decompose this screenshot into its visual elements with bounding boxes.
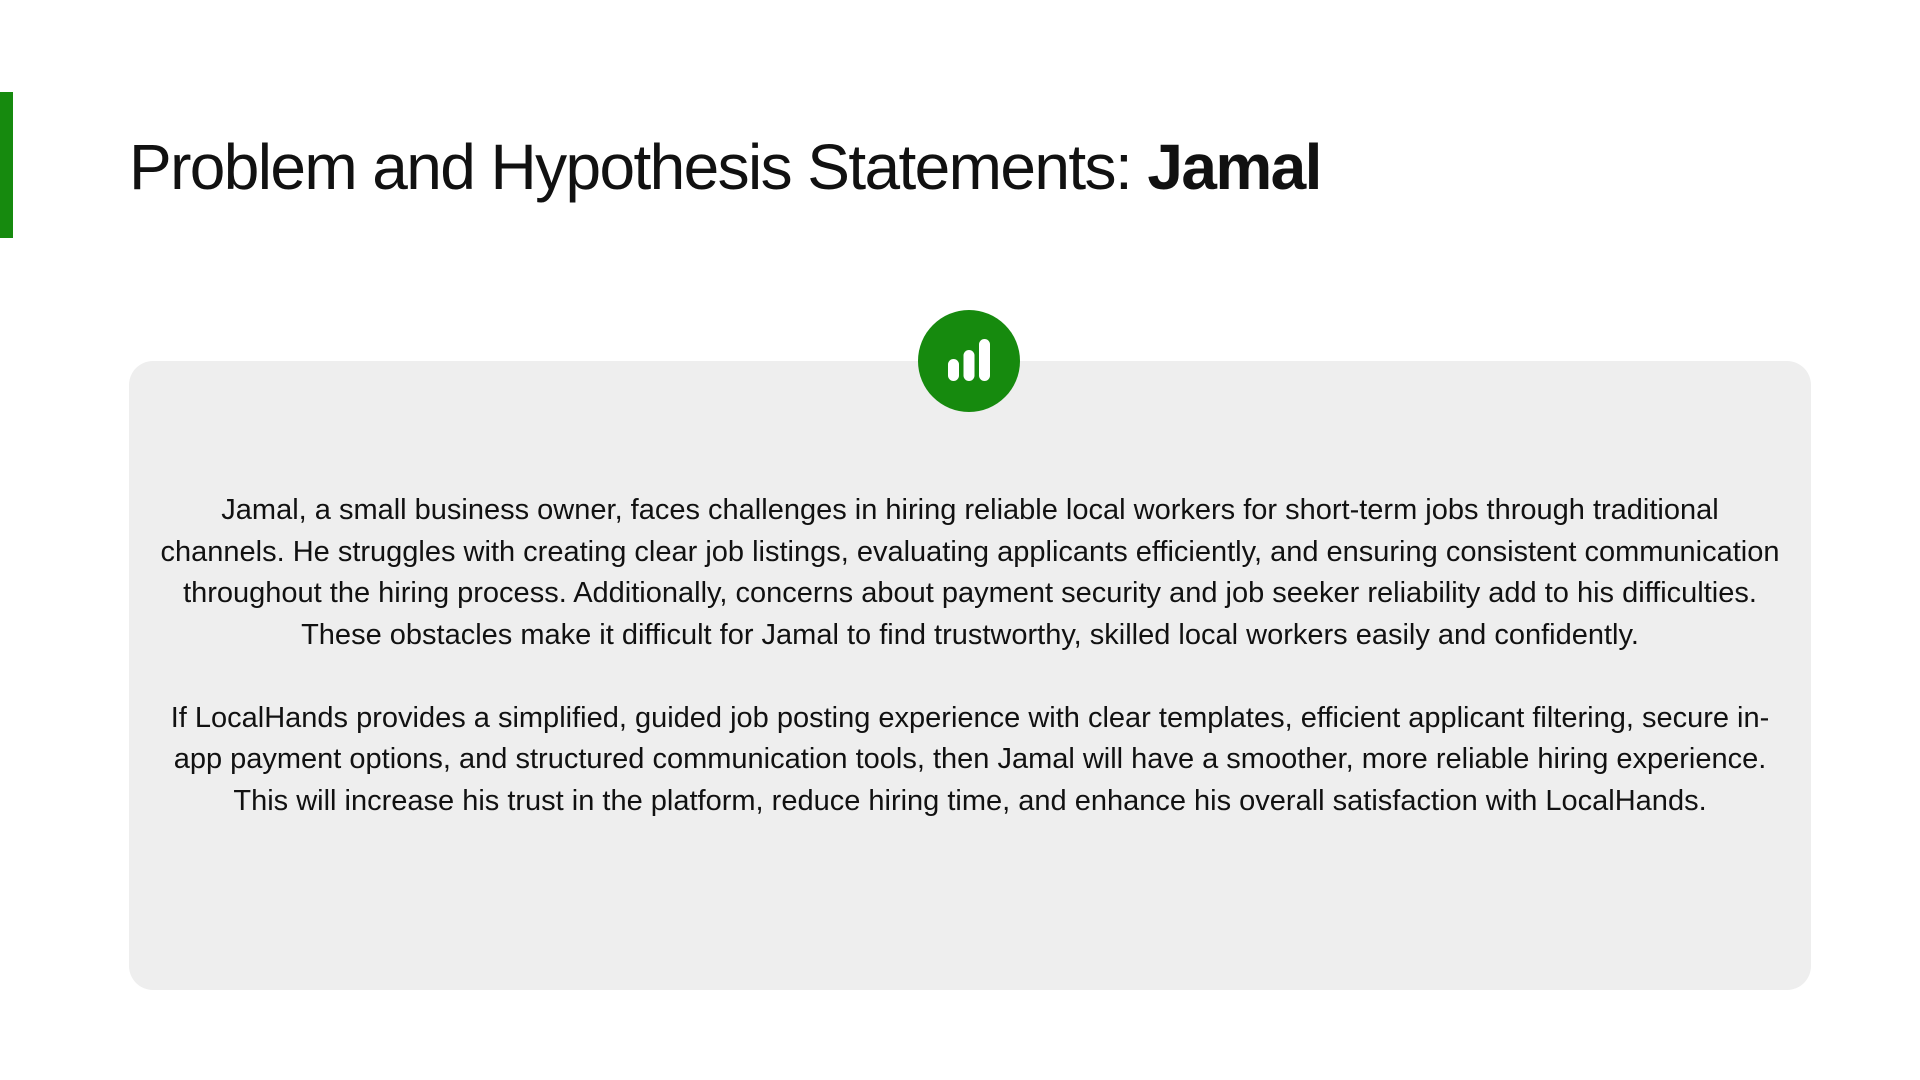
slide-title: Problem and Hypothesis Statements: Jamal	[129, 128, 1322, 206]
statement-text: Jamal, a small business owner, faces cha…	[160, 490, 1780, 822]
title-persona-name: Jamal	[1147, 131, 1322, 203]
accent-bar	[0, 92, 13, 238]
bar-chart-badge	[918, 310, 1020, 412]
title-regular: Problem and Hypothesis Statements:	[129, 131, 1148, 203]
hypothesis-statement: If LocalHands provides a simplified, gui…	[170, 701, 1770, 817]
bar-chart-icon	[948, 339, 990, 381]
problem-statement: Jamal, a small business owner, faces cha…	[160, 494, 1780, 651]
